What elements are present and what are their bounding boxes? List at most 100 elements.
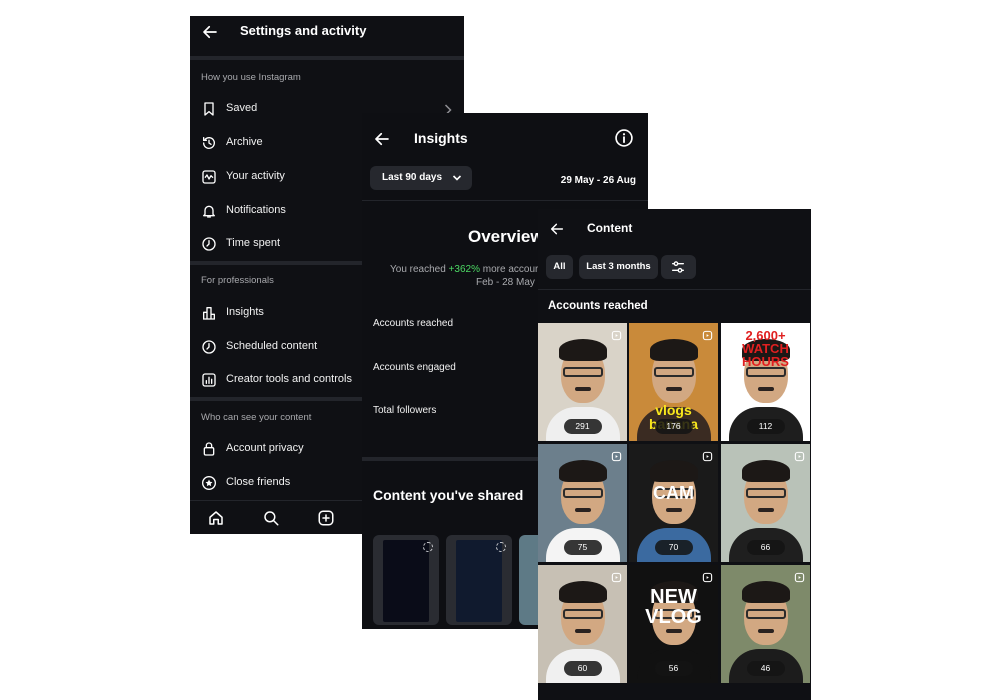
divider — [538, 289, 811, 290]
section-heading-professionals: For professionals — [201, 275, 274, 286]
schedule-icon — [201, 339, 217, 355]
lock-icon — [201, 441, 217, 457]
sliders-icon — [670, 259, 686, 275]
content-tile[interactable]: 46 — [721, 565, 810, 683]
tile-glasses — [653, 367, 694, 377]
section-divider — [190, 56, 464, 60]
clock-icon — [201, 236, 217, 252]
reel-icon — [496, 542, 506, 552]
section-heading-visibility: Who can see your content — [201, 412, 312, 423]
tile-hair — [741, 460, 790, 482]
tile-mustache — [574, 629, 591, 633]
content-tile[interactable]: CAM 70 — [629, 444, 718, 562]
tile-mustache — [757, 629, 774, 633]
content-tile[interactable]: vlogs banana176 — [629, 323, 718, 441]
content-tile[interactable]: NEW VLOG 56 — [629, 565, 718, 683]
reach-count-badge: 112 — [746, 419, 785, 434]
search-icon[interactable] — [262, 509, 280, 527]
tile-glasses — [562, 367, 603, 377]
filter-settings-button[interactable] — [661, 255, 696, 279]
content-tile[interactable]: 2,600+ WATCH HOURS 112 — [721, 323, 810, 441]
thumbnail-image — [383, 540, 429, 622]
tile-hair — [649, 339, 698, 361]
tile-mustache — [574, 508, 591, 512]
overview-heading: Overview — [468, 227, 544, 246]
create-icon[interactable] — [317, 509, 335, 527]
metric-accounts-reached[interactable]: Accounts reached — [373, 318, 453, 329]
home-icon[interactable] — [207, 509, 225, 527]
tile-glasses — [745, 609, 786, 619]
menu-item-label: Close friends — [226, 476, 291, 488]
reach-prefix: You reached — [390, 264, 446, 275]
menu-item-label: Saved — [226, 102, 258, 114]
info-icon[interactable] — [614, 128, 634, 148]
menu-item-label: Archive — [226, 136, 263, 148]
back-arrow-icon[interactable] — [201, 23, 219, 41]
bell-icon — [201, 203, 217, 219]
dropdown-label: Last 90 days — [382, 172, 443, 183]
tile-mustache — [574, 387, 591, 391]
tile-glasses — [562, 488, 603, 498]
reach-count-badge: 75 — [563, 540, 602, 555]
reel-icon — [702, 449, 713, 462]
date-range: 29 May - 26 Aug — [560, 175, 636, 186]
content-tile[interactable]: 75 — [538, 444, 627, 562]
bookmark-icon — [201, 101, 217, 117]
reach-summary: You reached +362% more accour — [390, 264, 538, 275]
tile-mustache — [665, 629, 682, 633]
tile-overlay-text: CAM — [653, 483, 694, 503]
star-icon — [201, 475, 217, 491]
tile-mustache — [665, 508, 682, 512]
section-heading-usage: How you use Instagram — [201, 72, 301, 83]
chevron-down-icon — [452, 173, 462, 183]
divider — [362, 200, 648, 201]
menu-item-label: Your activity — [226, 170, 285, 182]
tile-mustache — [665, 387, 682, 391]
creator-tools-icon — [201, 372, 217, 388]
tile-hair — [741, 581, 790, 603]
shared-content-thumbnail[interactable] — [373, 535, 439, 625]
compare-period: Feb - 28 May — [476, 277, 535, 288]
back-arrow-icon[interactable] — [373, 130, 391, 148]
archive-icon — [201, 135, 217, 151]
reach-count-badge: 70 — [654, 540, 693, 555]
back-arrow-icon[interactable] — [549, 221, 565, 237]
metric-total-followers[interactable]: Total followers — [373, 405, 436, 416]
time-range-dropdown[interactable]: Last 90 days — [370, 166, 473, 190]
shared-content-thumbnail[interactable] — [446, 535, 512, 625]
tile-glasses — [745, 488, 786, 498]
reach-change: +362% — [448, 264, 480, 275]
tile-hair — [649, 460, 698, 482]
filter-chip-time-range[interactable]: Last 3 months — [579, 255, 658, 279]
reel-icon — [794, 449, 805, 462]
reach-suffix: more accour — [482, 264, 539, 275]
metric-accounts-engaged[interactable]: Accounts engaged — [373, 362, 456, 373]
content-tile[interactable]: 291 — [538, 323, 627, 441]
content-shared-heading: Content you've shared — [373, 487, 524, 503]
reel-icon — [611, 449, 622, 462]
tile-hair — [558, 339, 607, 361]
reach-count-badge: 66 — [746, 540, 785, 555]
menu-item-label: Insights — [226, 306, 264, 318]
content-tile[interactable]: 60 — [538, 565, 627, 683]
reach-count-badge: 176 — [654, 419, 693, 434]
reach-count-badge: 46 — [746, 661, 785, 676]
thumbnail-image — [456, 540, 502, 622]
reel-icon — [611, 570, 622, 583]
reel-icon — [794, 570, 805, 583]
tile-glasses — [562, 609, 603, 619]
menu-item-label: Time spent — [226, 237, 281, 249]
reel-icon — [702, 570, 713, 583]
page-title: Insights — [414, 130, 468, 146]
reel-icon — [702, 328, 713, 341]
tile-hair — [558, 460, 607, 482]
content-tile[interactable]: 66 — [721, 444, 810, 562]
tile-mustache — [757, 508, 774, 512]
content-screen: Content All Last 3 months Accounts reach… — [538, 209, 811, 700]
reel-icon — [423, 542, 433, 552]
filter-chip-all[interactable]: All — [546, 255, 573, 279]
menu-item-label: Creator tools and controls — [226, 373, 352, 385]
menu-item-label: Account privacy — [226, 442, 304, 454]
menu-item-label: Scheduled content — [226, 340, 318, 352]
reach-count-badge: 291 — [563, 419, 602, 434]
